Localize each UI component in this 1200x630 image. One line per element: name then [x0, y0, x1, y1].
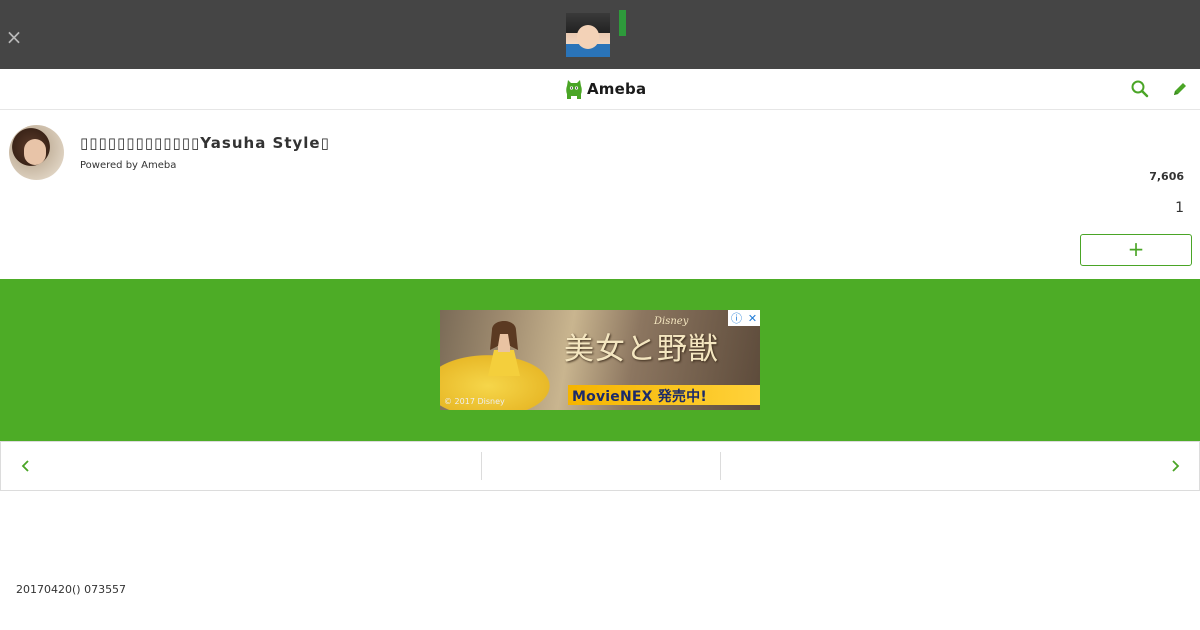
advertisement-banner[interactable]: Disney 美女と野獣 MovieNEX 発売中! © 2017 Disney…	[440, 310, 760, 410]
entry-pager	[0, 441, 1200, 491]
ameba-mascot-icon	[566, 80, 582, 99]
ameba-logo[interactable]: Ameba	[565, 78, 646, 100]
chevron-left-icon[interactable]	[17, 457, 35, 475]
info-icon[interactable]: ⓘ	[731, 310, 742, 326]
blog-header: ▯▯▯▯▯▯▯▯▯▯▯▯▯Yasuha Style▯ Powered by Am…	[0, 110, 1200, 278]
follow-button[interactable]: +	[1080, 234, 1192, 266]
ad-copyright: © 2017 Disney	[444, 397, 505, 406]
ameba-logo-text: Ameba	[587, 80, 647, 98]
green-indicator	[619, 10, 626, 36]
pager-divider	[481, 452, 482, 480]
app-header: Ameba	[0, 69, 1200, 110]
close-button[interactable]: ×	[5, 27, 23, 47]
secondary-count: 1	[1175, 200, 1184, 216]
blog-title[interactable]: ▯▯▯▯▯▯▯▯▯▯▯▯▯Yasuha Style▯	[80, 134, 330, 152]
chevron-right-icon[interactable]	[1166, 457, 1184, 475]
powered-by-label: Powered by Ameba	[80, 160, 177, 171]
top-thumbnail-image[interactable]	[566, 13, 610, 57]
top-overlay-bar: ×	[0, 0, 1200, 69]
pager-divider	[720, 452, 721, 480]
ad-figure-graphic	[488, 321, 520, 376]
pencil-icon[interactable]	[1169, 78, 1191, 100]
ad-band: Disney 美女と野獣 MovieNEX 発売中! © 2017 Disney…	[0, 279, 1200, 441]
search-icon[interactable]	[1129, 78, 1151, 100]
reader-count: 7,606	[1149, 170, 1184, 183]
avatar[interactable]	[9, 125, 64, 180]
close-icon[interactable]: ✕	[748, 312, 757, 325]
ad-choices-badge[interactable]: ⓘ ✕	[728, 310, 760, 326]
post-date: 20170420() 073557	[16, 583, 127, 596]
ad-title: 美女と野獣	[564, 332, 719, 367]
ad-strip-text: MovieNEX 発売中!	[572, 389, 707, 405]
